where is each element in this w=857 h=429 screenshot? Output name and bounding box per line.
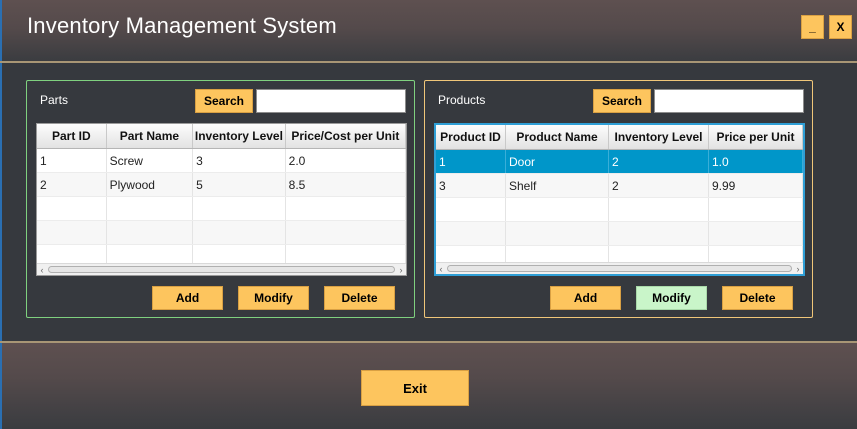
parts-table[interactable]: Part ID Part Name Inventory Level Price/… (36, 123, 407, 276)
empty-row (436, 222, 803, 246)
table-cell: 3 (436, 174, 506, 197)
title-bar: Inventory Management System (0, 0, 857, 62)
products-col-inventory[interactable]: Inventory Level (609, 125, 709, 149)
table-cell: 2 (37, 173, 107, 196)
products-search-input[interactable] (654, 89, 804, 113)
products-table-header: Product ID Product Name Inventory Level … (436, 125, 803, 150)
parts-col-price[interactable]: Price/Cost per Unit (286, 124, 406, 148)
parts-col-id[interactable]: Part ID (37, 124, 107, 148)
table-row[interactable]: 3 Shelf 2 9.99 (436, 174, 803, 198)
minimize-button[interactable]: _ (801, 15, 824, 39)
table-cell: Door (506, 150, 609, 173)
table-cell: 2 (609, 150, 709, 173)
parts-modify-button[interactable]: Modify (238, 286, 309, 310)
parts-horizontal-scrollbar[interactable]: ‹ › (37, 263, 406, 275)
table-row[interactable]: 2 Plywood 5 8.5 (37, 173, 406, 197)
parts-panel: Parts Search Part ID Part Name Inventory… (26, 80, 415, 318)
products-horizontal-scrollbar[interactable]: ‹ › (436, 262, 803, 274)
table-row[interactable]: 1 Screw 3 2.0 (37, 149, 406, 173)
table-cell: 3 (193, 149, 286, 172)
scroll-thumb[interactable] (447, 265, 792, 272)
products-search-button[interactable]: Search (593, 89, 651, 113)
parts-search-button[interactable]: Search (195, 89, 253, 113)
table-cell: 1.0 (709, 150, 803, 173)
close-button[interactable]: X (829, 15, 852, 39)
table-cell: Screw (107, 149, 194, 172)
table-row-selected[interactable]: 1 Door 2 1.0 (436, 150, 803, 174)
table-cell: 1 (37, 149, 107, 172)
scroll-left-icon[interactable]: ‹ (37, 264, 47, 275)
table-cell: 2 (609, 174, 709, 197)
products-label: Products (438, 93, 486, 107)
scroll-left-icon[interactable]: ‹ (436, 263, 446, 274)
parts-table-header: Part ID Part Name Inventory Level Price/… (37, 124, 406, 149)
table-cell: 8.5 (286, 173, 406, 196)
products-col-price[interactable]: Price per Unit (709, 125, 803, 149)
app-title: Inventory Management System (27, 13, 337, 38)
parts-col-inventory[interactable]: Inventory Level (193, 124, 286, 148)
table-cell: 2.0 (286, 149, 406, 172)
products-delete-button[interactable]: Delete (722, 286, 793, 310)
products-modify-button[interactable]: Modify (636, 286, 707, 310)
table-cell: Plywood (107, 173, 194, 196)
empty-row (37, 221, 406, 245)
products-add-button[interactable]: Add (550, 286, 621, 310)
empty-row (436, 198, 803, 222)
parts-col-name[interactable]: Part Name (107, 124, 194, 148)
scroll-right-icon[interactable]: › (793, 263, 803, 274)
parts-add-button[interactable]: Add (152, 286, 223, 310)
table-cell: 1 (436, 150, 506, 173)
empty-row (37, 197, 406, 221)
products-col-id[interactable]: Product ID (436, 125, 506, 149)
table-cell: Shelf (506, 174, 609, 197)
products-col-name[interactable]: Product Name (506, 125, 609, 149)
parts-search-input[interactable] (256, 89, 406, 113)
products-panel: Products Search Product ID Product Name … (424, 80, 813, 318)
scroll-thumb[interactable] (48, 266, 395, 273)
table-cell: 9.99 (709, 174, 803, 197)
parts-label: Parts (40, 93, 69, 107)
parts-delete-button[interactable]: Delete (324, 286, 395, 310)
exit-button[interactable]: Exit (361, 370, 469, 406)
products-table[interactable]: Product ID Product Name Inventory Level … (434, 123, 805, 276)
scroll-right-icon[interactable]: › (396, 264, 406, 275)
table-cell: 5 (193, 173, 286, 196)
